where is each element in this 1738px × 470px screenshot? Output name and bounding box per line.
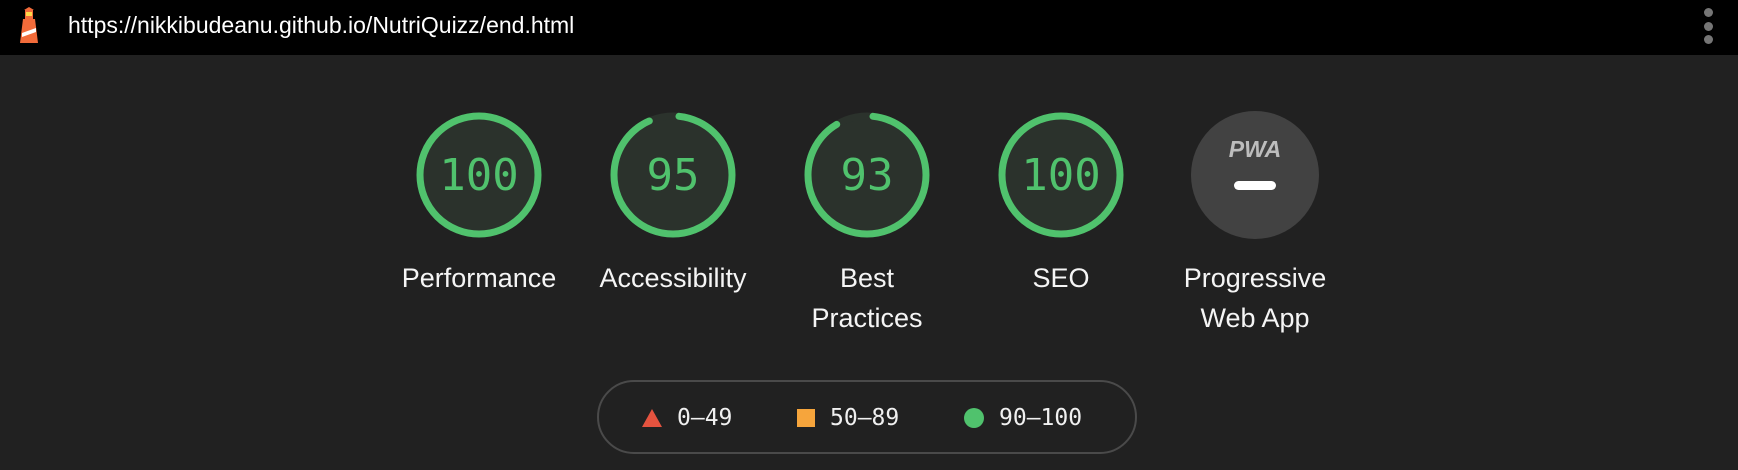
- gauge-seo[interactable]: 100 SEO: [976, 110, 1146, 298]
- score-value: 93: [841, 150, 894, 201]
- score-value: 100: [1021, 150, 1100, 201]
- gauge-best-practices[interactable]: 93 Best Practices: [782, 110, 952, 338]
- legend-item-fail: 0–49: [641, 402, 732, 434]
- score-value: 100: [439, 150, 518, 201]
- lighthouse-icon: [20, 7, 38, 43]
- gauge-label: Progressive Web App: [1183, 263, 1327, 333]
- score-gauge-ring: 93: [804, 112, 930, 238]
- square-icon: [797, 409, 815, 427]
- score-value: 95: [647, 150, 700, 201]
- kebab-menu-icon[interactable]: [1700, 8, 1716, 44]
- score-gauge-ring: 100: [998, 112, 1124, 238]
- score-legend: 0–49 50–89 90–100: [597, 380, 1137, 454]
- gauge-accessibility[interactable]: 95 Accessibility: [588, 110, 758, 298]
- legend-range: 50–89: [830, 405, 900, 431]
- gauge-label: Performance: [401, 263, 557, 293]
- gauge-label: SEO: [1032, 263, 1090, 293]
- circle-icon: [964, 408, 984, 428]
- legend-range: 90–100: [999, 405, 1083, 431]
- browser-topbar: https://nikkibudeanu.github.io/NutriQuiz…: [0, 0, 1738, 55]
- triangle-icon: [642, 409, 662, 427]
- gauge-pwa[interactable]: PWA Progressive Web App: [1170, 110, 1340, 338]
- pwa-dash-icon: [1234, 181, 1276, 190]
- gauge-label: Best Practices: [811, 263, 923, 333]
- legend-range: 0–49: [677, 405, 733, 431]
- gauge-label: Accessibility: [599, 263, 747, 293]
- pwa-badge-icon: PWA: [1191, 111, 1319, 239]
- score-gauge-ring: 100: [416, 112, 542, 238]
- score-gauge-ring: 95: [610, 112, 736, 238]
- legend-item-pass: 90–100: [963, 402, 1082, 434]
- page-url[interactable]: https://nikkibudeanu.github.io/NutriQuiz…: [68, 10, 574, 40]
- gauge-performance[interactable]: 100 Performance: [394, 110, 564, 298]
- legend-item-average: 50–89: [796, 402, 899, 434]
- pwa-badge-text: PWA: [1229, 136, 1281, 162]
